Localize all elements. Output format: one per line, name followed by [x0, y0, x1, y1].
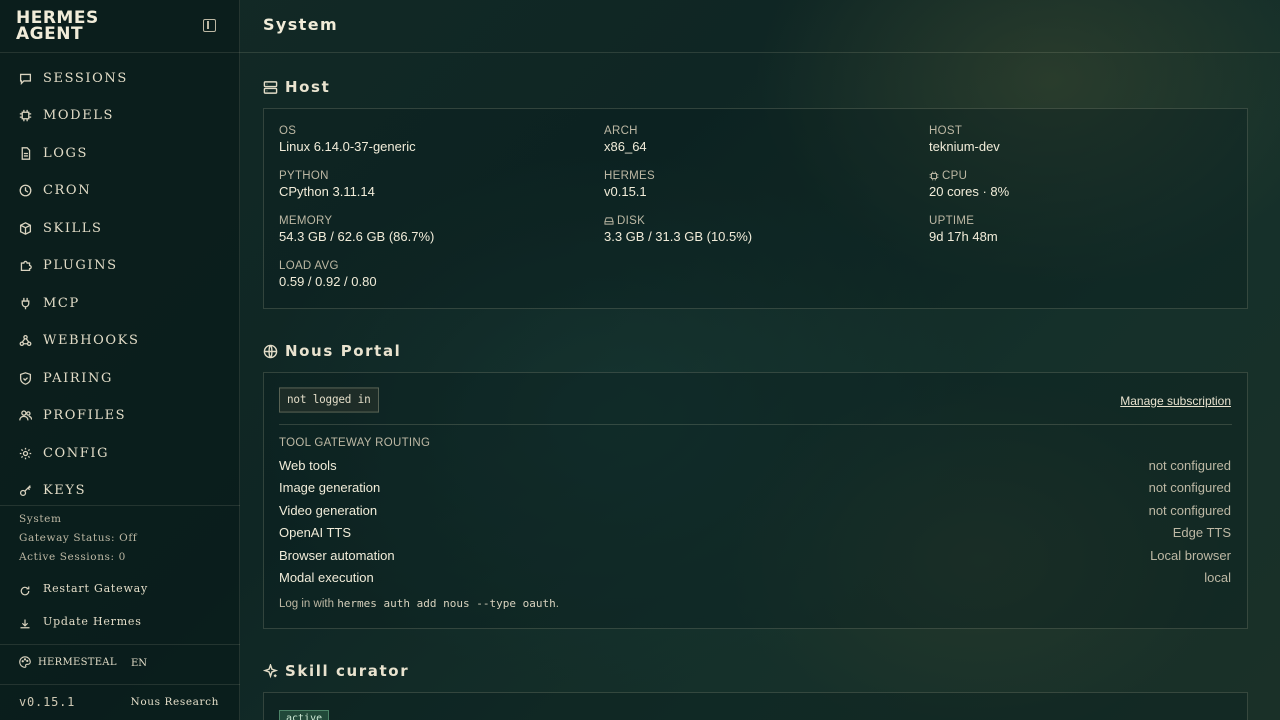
theme-selector[interactable]: HERMESTEAL: [19, 656, 117, 668]
shield-icon: [19, 371, 32, 385]
os-field: OS Linux 6.14.0-37-generic: [279, 125, 416, 154]
curator-section-header: Skill curator: [263, 662, 409, 680]
sidebar-item-label: PAIRING: [43, 370, 113, 386]
sidebar-item-label: SESSIONS: [43, 70, 128, 86]
sidebar-item-cron[interactable]: CRON: [0, 172, 239, 208]
chip-icon: [19, 109, 32, 122]
active-sessions: Active Sessions: 0: [19, 551, 126, 563]
routing-row: Video generation not configured: [279, 502, 1231, 518]
sidebar-item-label: MCP: [43, 295, 80, 311]
login-hint: Log in with hermes auth add nous --type …: [279, 597, 559, 610]
curator-card: active: [263, 692, 1248, 720]
sidebar-item-logs[interactable]: LOGS: [0, 135, 239, 171]
sidebar: HERMES AGENT SESSIONS MODELS LOGS CRON S…: [0, 0, 240, 720]
sidebar-item-sessions[interactable]: SESSIONS: [0, 60, 239, 96]
chat-icon: [19, 72, 32, 85]
sidebar-item-config[interactable]: CONFIG: [0, 435, 239, 471]
restart-gateway-label: Restart Gateway: [43, 581, 149, 595]
section-title: Host: [285, 78, 331, 96]
host-card: OS Linux 6.14.0-37-generic ARCH x86_64 HOS…: [263, 108, 1248, 309]
gear-icon: [19, 447, 32, 460]
memory-field: MEMORY 54.3 GB / 62.6 GB (86.7%): [279, 215, 435, 244]
sidebar-item-label: CRON: [43, 182, 92, 198]
topbar: System: [240, 0, 1280, 53]
puzzle-icon: [19, 259, 32, 272]
host-field: HOST teknium-dev: [929, 125, 1000, 154]
divider: [0, 644, 240, 645]
divider: [0, 505, 240, 506]
sidebar-item-label: WEBHOOKS: [43, 332, 140, 348]
section-title: Skill curator: [285, 662, 410, 680]
key-icon: [19, 484, 32, 497]
portal-card: not logged in Manage subscription TOOL G…: [263, 372, 1248, 629]
download-icon: [19, 615, 31, 629]
routing-row: OpenAI TTS Edge TTS: [279, 524, 1231, 540]
manage-subscription-link[interactable]: Manage subscription: [1120, 394, 1231, 408]
sidebar-item-mcp[interactable]: MCP: [0, 285, 239, 321]
update-hermes-label: Update Hermes: [43, 614, 142, 628]
sparkle-icon: [263, 663, 278, 678]
gateway-status: Gateway Status: Off: [19, 532, 138, 544]
restart-gateway-button[interactable]: Restart Gateway: [0, 574, 239, 602]
sidebar-item-webhooks[interactable]: WEBHOOKS: [0, 322, 239, 358]
theme-name: HERMESTEAL: [38, 656, 117, 668]
routing-row: Modal execution local: [279, 569, 1231, 585]
uptime-field: UPTIME 9d 17h 48m: [929, 215, 998, 244]
vendor-link[interactable]: Nous Research: [131, 696, 219, 708]
cpu-field: CPU 20 cores · 8%: [929, 170, 1010, 199]
package-icon: [19, 221, 32, 235]
hermes-version-field: HERMES v0.15.1: [604, 170, 656, 199]
disk-icon: [604, 217, 614, 225]
clock-icon: [19, 184, 32, 197]
sidebar-item-label: SKILLS: [43, 220, 103, 236]
host-section-header: Host: [263, 78, 330, 96]
refresh-icon: [19, 582, 31, 596]
routing-row: Image generation not configured: [279, 479, 1231, 495]
python-field: PYTHON CPython 3.11.14: [279, 170, 375, 199]
chip-icon: [929, 171, 939, 181]
sidebar-item-label: LOGS: [43, 145, 88, 161]
routing-row: Browser automation Local browser: [279, 547, 1231, 563]
portal-section-header: Nous Portal: [263, 342, 401, 360]
login-status-badge: not logged in: [279, 387, 379, 413]
status-section-label: System: [19, 513, 62, 525]
sidebar-item-label: CONFIG: [43, 445, 110, 461]
page-title: System: [263, 15, 339, 34]
sidebar-collapse-icon[interactable]: [203, 19, 216, 32]
arch-field: ARCH x86_64: [604, 125, 647, 154]
file-icon: [19, 146, 32, 160]
sidebar-item-skills[interactable]: SKILLS: [0, 210, 239, 246]
sidebar-item-profiles[interactable]: PROFILES: [0, 397, 239, 433]
sidebar-item-label: KEYS: [43, 482, 87, 498]
login-command: hermes auth add nous --type oauth: [337, 597, 556, 610]
palette-icon: [19, 656, 31, 668]
globe-icon: [263, 344, 278, 358]
sidebar-item-label: PROFILES: [43, 407, 127, 423]
gateway-routing-title: TOOL GATEWAY ROUTING: [279, 437, 431, 449]
disk-field: DISK 3.3 GB / 31.3 GB (10.5%): [604, 215, 753, 244]
users-icon: [19, 409, 32, 422]
brand-logo: HERMES AGENT: [16, 8, 99, 44]
divider: [0, 684, 240, 685]
section-title: Nous Portal: [285, 342, 402, 360]
update-hermes-button[interactable]: Update Hermes: [0, 607, 239, 635]
language-selector[interactable]: EN: [131, 658, 147, 669]
sidebar-item-label: MODELS: [43, 107, 115, 123]
load-avg-field: LOAD AVG 0.59 / 0.92 / 0.80: [279, 260, 377, 289]
sidebar-item-plugins[interactable]: PLUGINS: [0, 247, 239, 283]
sidebar-item-models[interactable]: MODELS: [0, 97, 239, 133]
sidebar-item-pairing[interactable]: PAIRING: [0, 360, 239, 396]
sidebar-item-keys[interactable]: KEYS: [0, 472, 239, 508]
plug-icon: [19, 297, 32, 310]
divider: [0, 52, 240, 53]
sidebar-item-label: PLUGINS: [43, 257, 118, 273]
curator-status-badge: active: [279, 710, 330, 720]
gateway-status-block: System Gateway Status: Off Active Sessio…: [19, 510, 137, 567]
server-icon: [263, 80, 278, 94]
webhook-icon: [19, 334, 32, 347]
routing-row: Web tools not configured: [279, 457, 1231, 473]
app-version: v0.15.1: [19, 695, 76, 709]
divider: [279, 424, 1232, 425]
